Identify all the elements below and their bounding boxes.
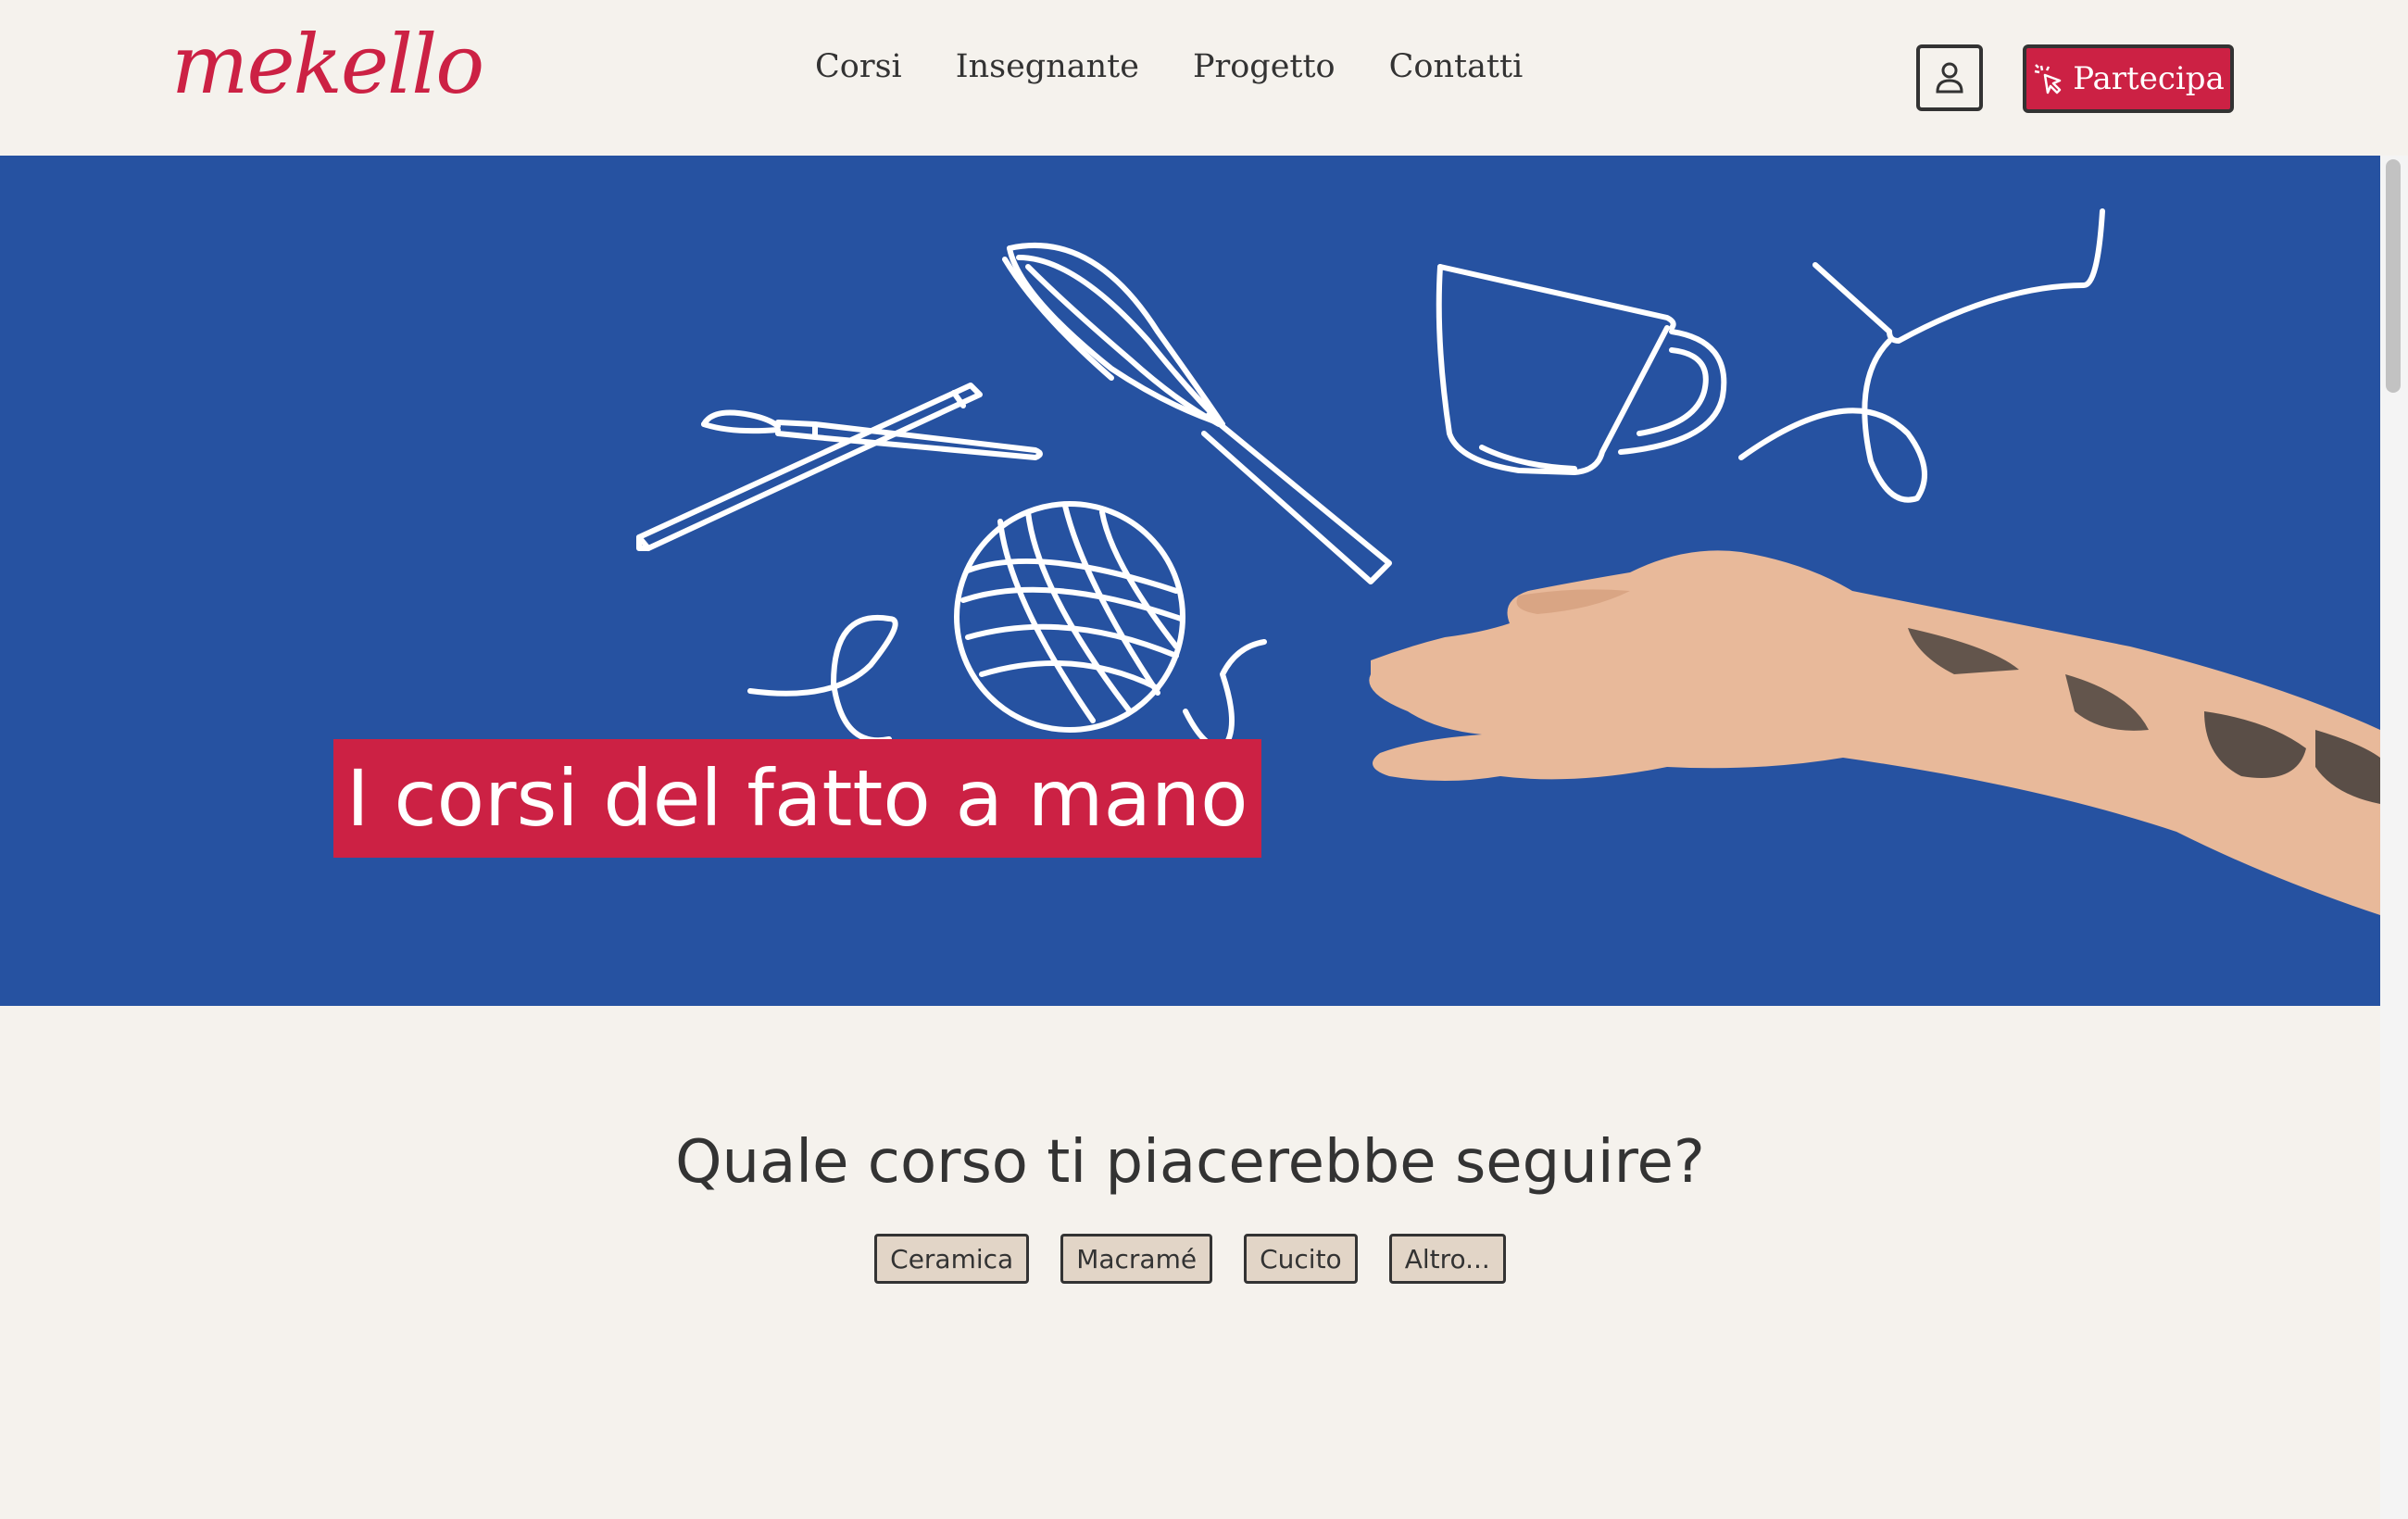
main-nav: Corsi Insegnante Progetto Contatti [815,48,1523,85]
nav-link-corsi[interactable]: Corsi [815,48,902,85]
paintbrush-drawing [701,409,1043,460]
chip-ceramica[interactable]: Ceramica [874,1234,1030,1284]
chip-macrame[interactable]: Macramé [1060,1234,1213,1284]
user-account-button[interactable] [1916,44,1983,111]
scrollbar-thumb[interactable] [2386,159,2401,393]
partecipa-label: Partecipa [2073,60,2225,97]
partecipa-button[interactable]: Partecipa [2023,44,2234,113]
site-header: mekello Corsi Insegnante Progetto Contat… [0,0,2408,156]
pencil-drawing [636,383,983,551]
thread-drawing [1738,208,2105,503]
craft-illustration [636,208,2380,915]
nav-link-contatti[interactable]: Contatti [1389,48,1524,85]
course-question-heading: Quale corso ti piacerebbe seguire? [675,1128,1705,1197]
hero-title: I corsi del fatto a mano [333,739,1261,858]
hero-banner: I corsi del fatto a mano [0,156,2380,1006]
cursor-click-icon [2034,64,2062,94]
whisk-drawing [1002,242,1392,584]
nav-link-progetto[interactable]: Progetto [1193,48,1336,85]
yarn-ball-drawing [747,501,1267,751]
logo[interactable]: mekello [171,17,484,112]
hand-photo [1369,550,2380,915]
nav-link-insegnante[interactable]: Insegnante [956,48,1139,85]
cup-drawing [1436,264,1727,475]
user-icon [1936,62,1963,94]
chip-altro[interactable]: Altro... [1388,1234,1506,1284]
course-category-chips: Ceramica Macramé Cucito Altro... [0,1234,2380,1284]
chip-cucito[interactable]: Cucito [1244,1234,1358,1284]
